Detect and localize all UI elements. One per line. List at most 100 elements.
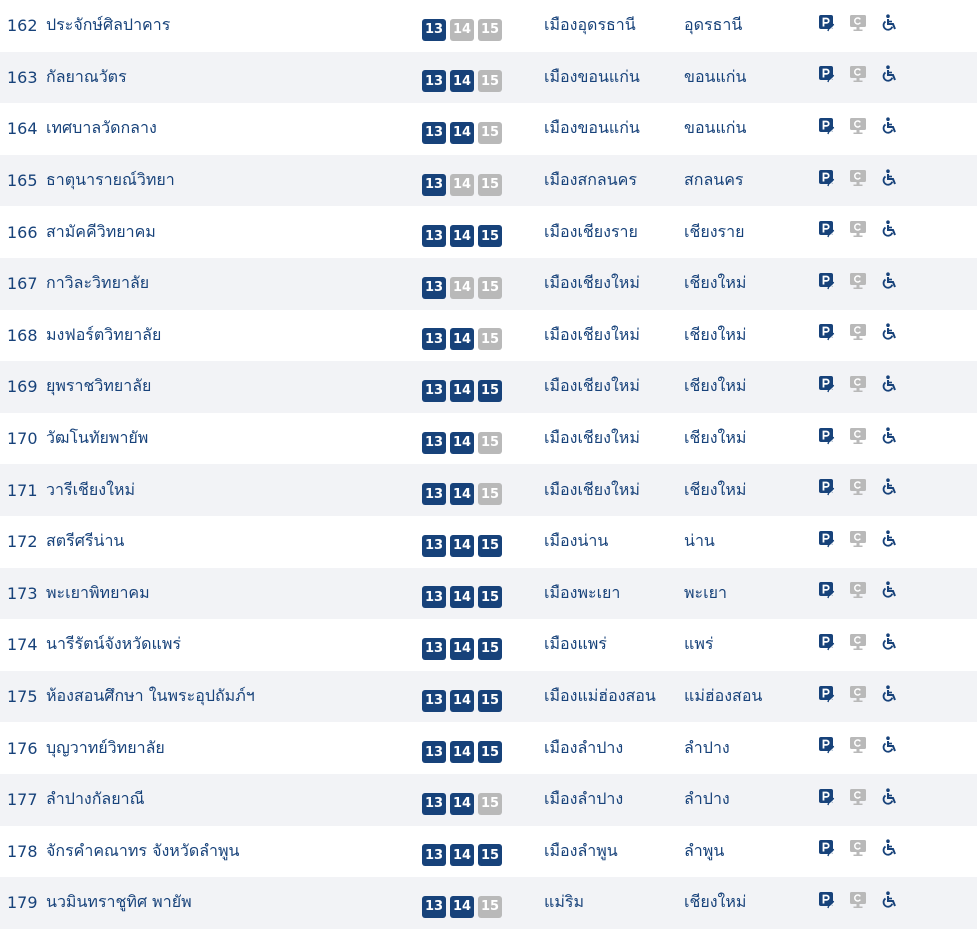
grade-badges: 13 14 15: [422, 774, 522, 826]
grade-badges: 13 14 15: [422, 52, 522, 104]
district: เมืองขอนแก่น: [544, 66, 640, 86]
grade-badge-15: 15: [478, 431, 502, 454]
wheelchair-icon: [880, 168, 898, 187]
grade-badge-14: 14: [450, 689, 474, 712]
school-name: กาวิละวิทยาลัย: [46, 273, 150, 293]
school-name: นวมินทราชูทิศ พายัพ: [46, 892, 192, 912]
grade-badge-15: 15: [478, 379, 502, 402]
parking-icon: [818, 788, 836, 806]
grade-badge-13: 13: [422, 586, 446, 609]
province: แพร่: [684, 634, 714, 654]
grade-badge-15: 15: [478, 276, 502, 299]
grade-badge-14: 14: [450, 173, 474, 196]
grade-badge-14: 14: [450, 431, 474, 454]
school-name: จักรคำคณาทร จังหวัดลำพูน: [46, 840, 240, 860]
table-body: 162 ประจักษ์ศิลปาคาร 13 14 15 เมืองอุดรธ…: [0, 0, 977, 929]
province: แม่ฮ่องสอน: [684, 686, 763, 706]
table-row: 173 พะเยาพิทยาคม 13 14 15 เมืองพะเยา พะเ…: [0, 567, 977, 620]
grade-badge-13: 13: [422, 276, 446, 299]
wheelchair-icon: [880, 684, 898, 703]
district: เมืองเชียงใหม่: [544, 273, 640, 293]
table-row: 178 จักรคำคณาทร จังหวัดลำพูน 13 14 15 เม…: [0, 826, 977, 878]
facility-icons: [818, 774, 918, 826]
parking-icon: [818, 839, 836, 857]
wheelchair-icon: [880, 375, 898, 393]
grade-badges: 13 14 15: [422, 516, 522, 568]
facility-icons: [818, 568, 918, 620]
grade-badge-14: 14: [450, 792, 474, 815]
district: เมืองลำพูน: [544, 840, 618, 860]
facility-icons: [818, 103, 918, 155]
row-number: 164: [7, 119, 38, 139]
facility-icons: [818, 310, 918, 362]
province: ขอนแก่น: [684, 66, 747, 86]
parking-icon: [818, 323, 836, 341]
grade-badges: 13 14 15: [422, 826, 522, 878]
table-row: 172 สตรีศรีน่าน 13 14 15 เมืองน่าน น่าน: [0, 516, 977, 568]
parking-icon: [818, 581, 836, 599]
table-row: 164 เทศบาลวัดกลาง 13 14 15 เมืองขอนแก่น …: [0, 103, 977, 155]
grade-badge-13: 13: [422, 741, 446, 764]
district: เมืองแพร่: [544, 634, 607, 654]
district: เมืองแม่ฮ่องสอน: [544, 686, 656, 706]
wheelchair-icon: [880, 14, 898, 32]
row-number: 167: [7, 274, 38, 294]
table-row: 168 มงฟอร์ตวิทยาลัย 13 14 15 เมืองเชียงใ…: [0, 310, 977, 362]
row-number: 176: [7, 738, 38, 758]
grade-badge-13: 13: [422, 689, 446, 712]
grade-badge-15: 15: [478, 483, 502, 506]
parking-icon: [818, 117, 836, 135]
computer-icon: [849, 478, 867, 496]
row-number: 175: [7, 687, 38, 707]
table-row: 171 วารีเชียงใหม่ 13 14 15 เมืองเชียงใหม…: [0, 464, 977, 516]
row-number: 168: [7, 325, 38, 345]
facility-icons: [818, 0, 918, 52]
grade-badges: 13 14 15: [422, 413, 522, 465]
facility-icons: [818, 206, 918, 258]
parking-icon: [818, 375, 836, 393]
grade-badges: 13 14 15: [422, 103, 522, 155]
wheelchair-icon: [880, 736, 898, 754]
table-row: 177 ลำปางกัลยาณี 13 14 15 เมืองลำปาง ลำป…: [0, 773, 977, 826]
facility-icons: [818, 464, 918, 516]
facility-icons: [818, 877, 918, 929]
grade-badge-15: 15: [478, 534, 502, 557]
grade-badges: 13 14 15: [422, 722, 522, 774]
school-name: วัฒโนทัยพายัพ: [46, 428, 149, 448]
province: เชียงใหม่: [684, 324, 747, 344]
province: เชียงใหม่: [684, 428, 747, 448]
computer-icon: [849, 117, 867, 135]
province: เชียงราย: [684, 221, 745, 241]
grade-badge-15: 15: [478, 225, 502, 248]
grade-badges: 13 14 15: [422, 619, 522, 671]
school-table: 162 ประจักษ์ศิลปาคาร 13 14 15 เมืองอุดรธ…: [0, 0, 977, 929]
district: เมืองเชียงใหม่: [544, 324, 640, 344]
wheelchair-icon: [880, 633, 898, 651]
school-name: ลำปางกัลยาณี: [46, 789, 145, 809]
grade-badge-15: 15: [478, 844, 502, 867]
grade-badge-13: 13: [422, 637, 446, 660]
province: สกลนคร: [684, 170, 744, 190]
row-number: 165: [7, 171, 38, 191]
wheelchair-icon: [880, 220, 898, 238]
computer-icon: [849, 169, 867, 187]
grade-badge-14: 14: [450, 586, 474, 609]
school-name: ธาตุนารายณ์วิทยา: [46, 170, 175, 190]
district: เมืองเชียงใหม่: [544, 479, 640, 499]
facility-icons: [818, 258, 918, 310]
grade-badges: 13 14 15: [422, 464, 522, 516]
row-number: 166: [7, 222, 38, 242]
wheelchair-icon: [880, 65, 898, 83]
facility-icons: [818, 155, 918, 207]
grade-badges: 13 14 15: [422, 206, 522, 258]
wheelchair-icon: [880, 426, 898, 445]
row-number: 174: [7, 635, 38, 655]
grade-badge-14: 14: [450, 534, 474, 557]
parking-icon: [818, 14, 836, 32]
district: เมืองพะเยา: [544, 582, 621, 602]
grade-badge-14: 14: [450, 70, 474, 93]
row-number: 177: [7, 790, 38, 810]
grade-badge-13: 13: [422, 173, 446, 196]
facility-icons: [818, 671, 918, 723]
school-name: ประจักษ์ศิลปาคาร: [46, 15, 171, 35]
